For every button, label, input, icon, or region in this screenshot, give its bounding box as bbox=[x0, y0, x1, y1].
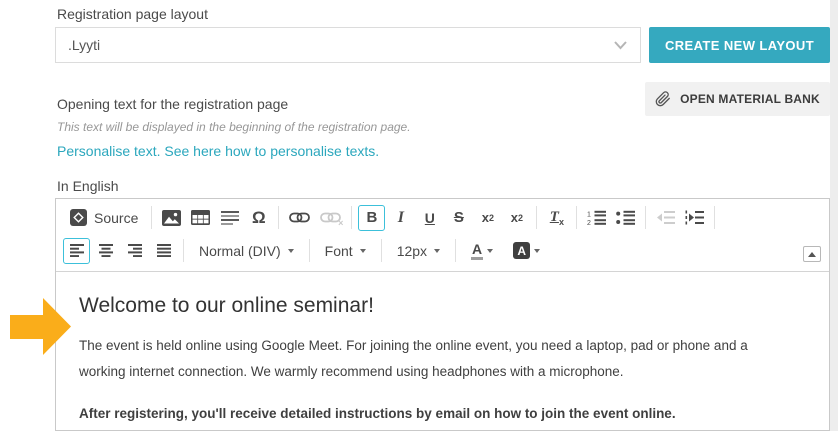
opening-text-title: Opening text for the registration page bbox=[57, 96, 289, 112]
paperclip-icon bbox=[655, 91, 671, 107]
text-color-icon: A bbox=[471, 241, 484, 260]
personalise-text-link[interactable]: Personalise text. See here how to person… bbox=[57, 143, 379, 159]
chevron-down-icon bbox=[287, 248, 294, 253]
subscript-button[interactable]: x2 bbox=[474, 205, 501, 231]
align-left-button[interactable] bbox=[63, 237, 90, 264]
font-size-dropdown[interactable]: 12px bbox=[388, 238, 449, 264]
source-button[interactable]: Source bbox=[63, 205, 145, 231]
italic-button[interactable]: I bbox=[387, 205, 414, 231]
layout-section-label: Registration page layout bbox=[57, 6, 208, 22]
rich-text-editor: Source Ω × B I U S x 2 x 2 T x 1 2 Norma… bbox=[55, 198, 830, 431]
align-right-icon bbox=[127, 244, 142, 257]
special-char-button[interactable]: Ω bbox=[245, 205, 272, 231]
editor-heading: Welcome to our online seminar! bbox=[79, 294, 374, 317]
text-color-dropdown[interactable]: A bbox=[462, 238, 502, 264]
page-right-gutter bbox=[830, 0, 838, 431]
table-icon bbox=[191, 210, 211, 225]
create-new-layout-button[interactable]: CREATE NEW LAYOUT bbox=[649, 27, 830, 63]
table-button[interactable] bbox=[187, 205, 214, 231]
language-label: In English bbox=[57, 178, 119, 194]
horizontal-rule-button[interactable] bbox=[216, 205, 243, 231]
strikethrough-button[interactable]: S bbox=[445, 205, 472, 231]
image-icon bbox=[162, 209, 182, 226]
align-center-icon bbox=[98, 244, 113, 257]
layout-select[interactable]: .Lyyti bbox=[55, 27, 641, 63]
chevron-down-icon bbox=[534, 248, 541, 253]
toolbar-row-2: Normal (DIV) Font 12px A A bbox=[62, 234, 823, 267]
numbered-list-button[interactable]: 12 bbox=[583, 205, 610, 231]
paragraph-format-dropdown[interactable]: Normal (DIV) bbox=[190, 238, 303, 264]
underline-button[interactable]: U bbox=[416, 205, 443, 231]
image-button[interactable] bbox=[158, 205, 185, 231]
justify-icon bbox=[156, 244, 171, 257]
svg-text:2: 2 bbox=[587, 220, 591, 226]
annotation-arrow-icon bbox=[10, 298, 71, 355]
numbered-list-icon: 12 bbox=[587, 210, 607, 226]
collapse-toolbar-icon bbox=[808, 251, 816, 257]
chevron-down-icon bbox=[613, 40, 628, 50]
align-right-button[interactable] bbox=[121, 238, 148, 264]
align-center-button[interactable] bbox=[92, 238, 119, 264]
layout-select-value: .Lyyti bbox=[68, 37, 101, 53]
remove-format-button[interactable]: Tx bbox=[543, 205, 570, 231]
link-button[interactable] bbox=[285, 205, 314, 231]
background-color-dropdown[interactable]: A bbox=[504, 238, 549, 264]
editor-paragraph: The event is held online using Google Me… bbox=[79, 338, 748, 379]
collapse-toolbar-button[interactable] bbox=[803, 246, 821, 262]
unlink-button[interactable]: × bbox=[316, 205, 345, 231]
source-icon bbox=[70, 209, 87, 226]
chevron-down-icon bbox=[487, 248, 494, 253]
editor-content-area[interactable]: Welcome to our online seminar! The event… bbox=[56, 272, 829, 424]
unlink-icon: × bbox=[320, 212, 343, 228]
svg-text:1: 1 bbox=[587, 211, 591, 218]
editor-toolbar: Source Ω × B I U S x 2 x 2 T x 1 2 Norma… bbox=[56, 199, 829, 272]
horizontal-rule-icon bbox=[220, 210, 239, 226]
outdent-icon bbox=[656, 210, 676, 225]
bold-button[interactable]: B bbox=[358, 204, 386, 231]
indent-button[interactable] bbox=[681, 205, 708, 231]
chevron-down-icon bbox=[359, 248, 366, 253]
background-color-icon: A bbox=[513, 242, 531, 259]
opening-text-description: This text will be displayed in the begin… bbox=[57, 120, 411, 134]
bullet-list-icon bbox=[616, 210, 636, 226]
font-dropdown[interactable]: Font bbox=[316, 238, 375, 264]
open-material-bank-button[interactable]: OPEN MATERIAL BANK bbox=[645, 82, 830, 116]
toolbar-row-1: Source Ω × B I U S x 2 x 2 T x 1 2 bbox=[62, 201, 823, 234]
editor-bold-paragraph: After registering, you'll receive detail… bbox=[79, 406, 676, 421]
outdent-button[interactable] bbox=[652, 205, 679, 231]
justify-button[interactable] bbox=[150, 238, 177, 264]
indent-icon bbox=[685, 210, 705, 225]
source-label: Source bbox=[94, 209, 139, 226]
bullet-list-button[interactable] bbox=[612, 205, 639, 231]
material-bank-label: OPEN MATERIAL BANK bbox=[680, 92, 820, 106]
superscript-button[interactable]: x2 bbox=[503, 205, 530, 231]
align-left-icon bbox=[69, 244, 84, 257]
chevron-down-icon bbox=[434, 248, 441, 253]
link-icon bbox=[289, 212, 311, 223]
